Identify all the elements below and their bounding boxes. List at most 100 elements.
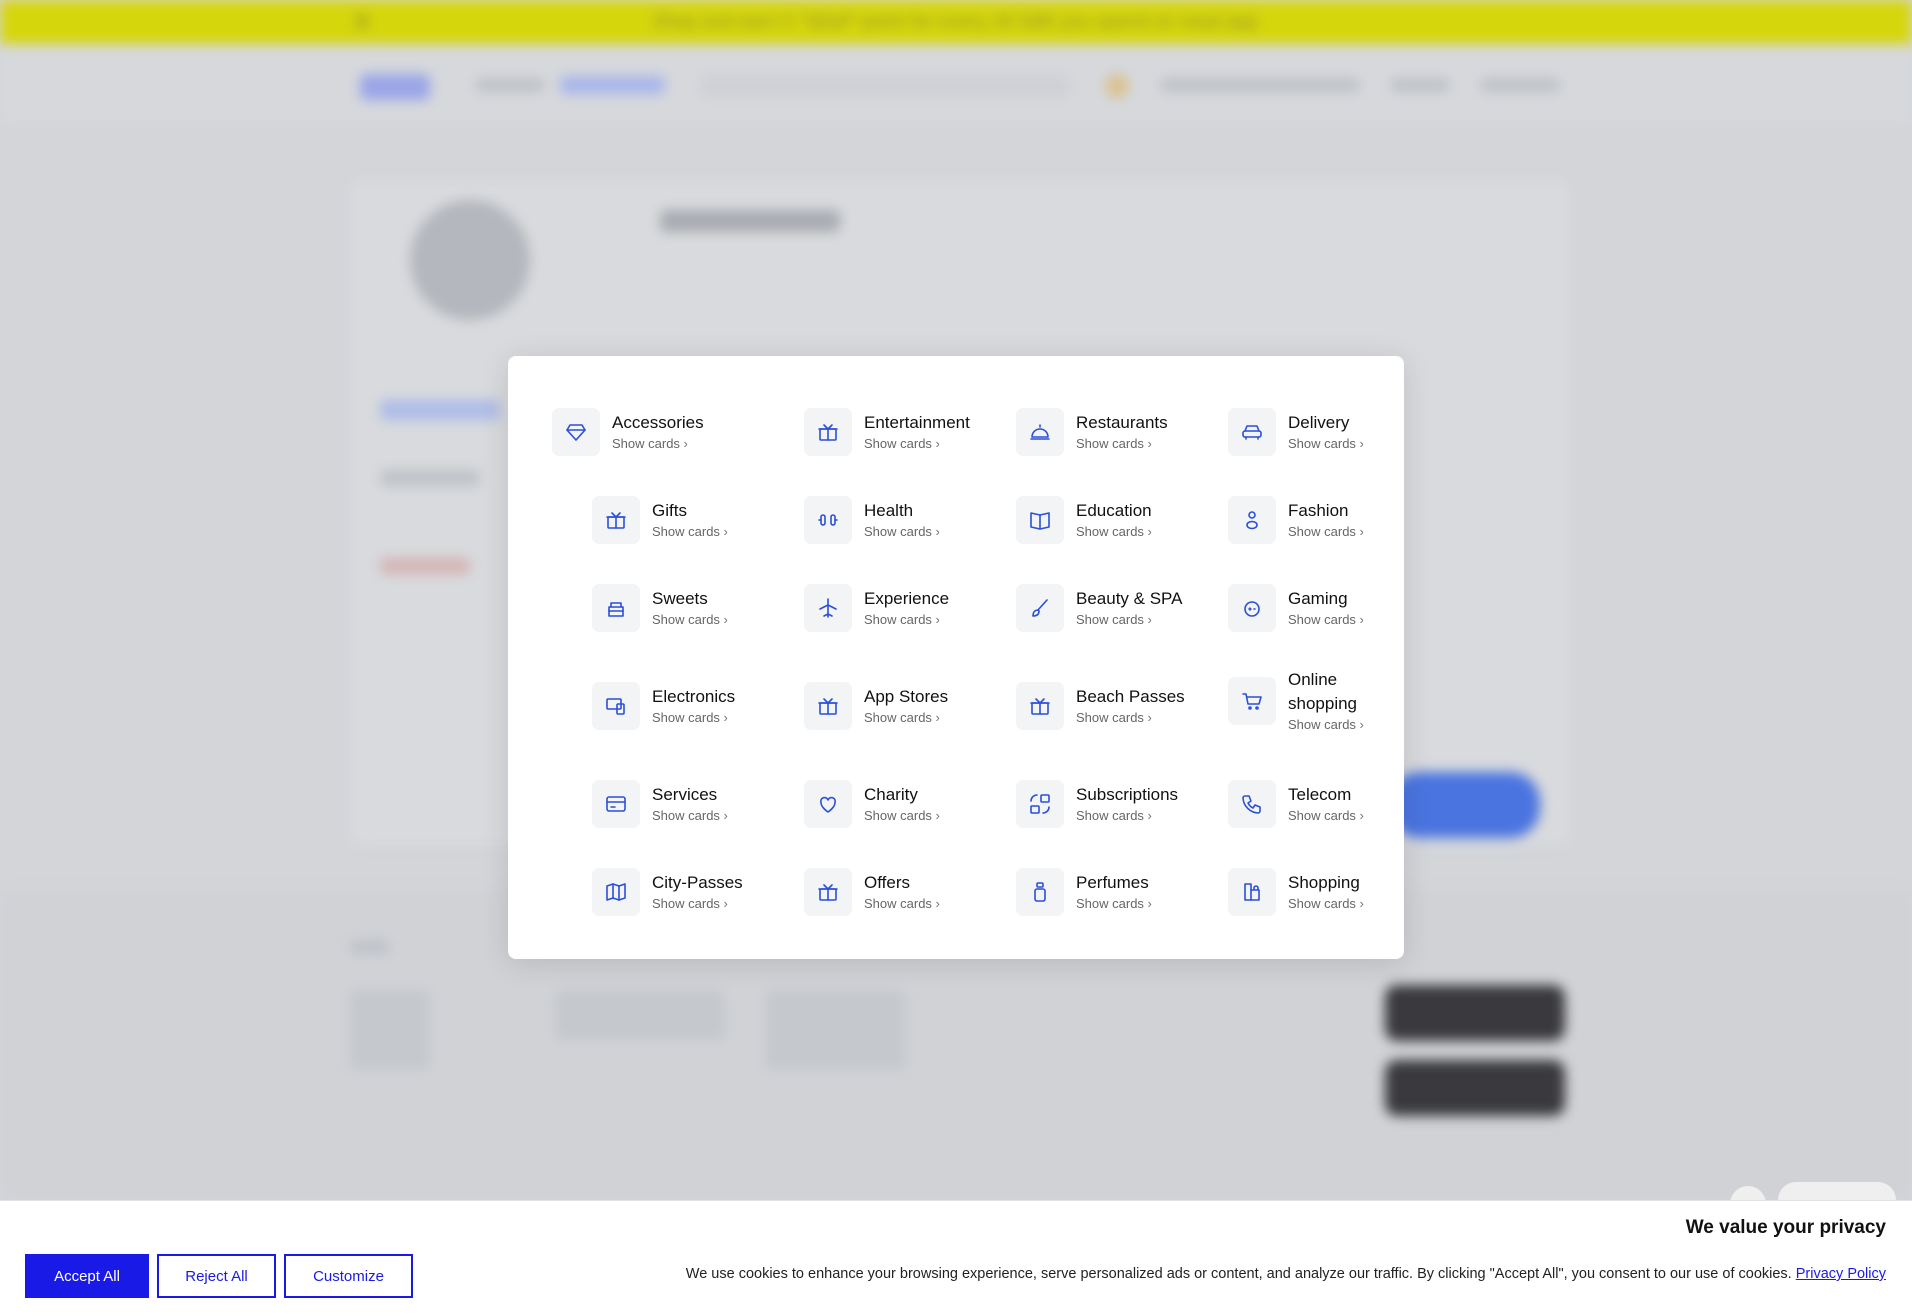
gift-box-icon [804, 408, 852, 456]
close-icon[interactable]: ✕ [352, 8, 372, 36]
app-store-badge [1385, 985, 1565, 1041]
category-name: Telecom [1288, 785, 1352, 804]
category-city-passes[interactable]: City-Passes Show cards [592, 868, 743, 916]
category-beauty-spa[interactable]: Beauty & SPA Show cards [1016, 584, 1182, 632]
category-gaming[interactable]: Gaming Show cards [1228, 584, 1364, 632]
nav-link [560, 76, 665, 94]
show-cards-link[interactable]: Show cards [1076, 895, 1152, 913]
heart-hand-icon [804, 780, 852, 828]
cake-icon [592, 584, 640, 632]
reject-all-button[interactable]: Reject All [157, 1254, 276, 1298]
category-delivery[interactable]: Delivery Show cards [1228, 408, 1364, 456]
category-name: Entertainment [864, 413, 970, 432]
category-name: Shopping [1288, 873, 1360, 892]
category-name: Gifts [652, 501, 687, 520]
book-icon [1016, 496, 1064, 544]
category-gifts[interactable]: Gifts Show cards [592, 496, 728, 544]
save-button [1390, 772, 1540, 838]
category-online-shopping[interactable]: Online shopping Show cards [1228, 668, 1368, 734]
gift-box-icon [804, 868, 852, 916]
show-cards-link[interactable]: Show cards [1076, 435, 1168, 453]
cloche-icon [1016, 408, 1064, 456]
category-name: Online shopping [1288, 670, 1358, 713]
category-offers[interactable]: Offers Show cards [804, 868, 940, 916]
privacy-policy-link[interactable]: Privacy Policy [1796, 1266, 1886, 1282]
person-icon [1228, 496, 1276, 544]
category-fashion[interactable]: Fashion Show cards [1228, 496, 1364, 544]
category-name: Beach Passes [1076, 687, 1185, 706]
category-app-stores[interactable]: App Stores Show cards [804, 682, 948, 730]
category-accessories[interactable]: Accessories Show cards [552, 408, 704, 456]
category-subscriptions[interactable]: Subscriptions Show cards [1016, 780, 1178, 828]
category-name: Accessories [612, 413, 704, 432]
show-cards-link[interactable]: Show cards [1288, 716, 1368, 734]
show-cards-link[interactable]: Show cards [1076, 523, 1152, 541]
show-cards-link[interactable]: Show cards [864, 709, 948, 727]
category-name: Delivery [1288, 413, 1350, 432]
show-cards-link[interactable]: Show cards [652, 611, 728, 629]
show-cards-link[interactable]: Show cards [1288, 435, 1364, 453]
category-name: Health [864, 501, 914, 520]
show-cards-link[interactable]: Show cards [864, 611, 949, 629]
category-restaurants[interactable]: Restaurants Show cards [1016, 408, 1168, 456]
category-entertainment[interactable]: Entertainment Show cards [804, 408, 970, 456]
show-cards-link[interactable]: Show cards [1288, 895, 1364, 913]
show-cards-link[interactable]: Show cards [652, 807, 728, 825]
profile-menu [380, 400, 500, 420]
category-shopping[interactable]: Shopping Show cards [1228, 868, 1364, 916]
category-name: Education [1076, 501, 1152, 520]
categories-modal: Accessories Show cards Entertainment Show … [508, 356, 1404, 959]
show-cards-link[interactable]: Show cards [652, 709, 735, 727]
show-cards-link[interactable]: Show cards [864, 895, 940, 913]
nav-link [1390, 78, 1450, 92]
category-beach-passes[interactable]: Beach Passes Show cards [1016, 682, 1185, 730]
nav-link [1160, 78, 1360, 92]
promo-text: Shop and earn 5 "Qitaf" point for every … [653, 12, 1259, 32]
category-name: App Stores [864, 687, 949, 706]
shopping-bag-icon [1228, 868, 1276, 916]
category-name: Subscriptions [1076, 785, 1179, 804]
show-cards-link[interactable]: Show cards [1288, 611, 1364, 629]
gift-box-icon [1016, 682, 1064, 730]
show-cards-link[interactable]: Show cards [864, 807, 940, 825]
category-name: Fashion [1288, 501, 1349, 520]
category-telecom[interactable]: Telecom Show cards [1228, 780, 1364, 828]
show-cards-link[interactable]: Show cards [1288, 523, 1364, 541]
map-icon [592, 868, 640, 916]
show-cards-link[interactable]: Show cards [1288, 807, 1364, 825]
category-education[interactable]: Education Show cards [1016, 496, 1152, 544]
footer-link [765, 990, 905, 1070]
show-cards-link[interactable]: Show cards [612, 435, 704, 453]
category-sweets[interactable]: Sweets Show cards [592, 584, 728, 632]
accept-all-button[interactable]: Accept All [25, 1254, 149, 1298]
cart-icon [1228, 677, 1276, 725]
category-services[interactable]: Services Show cards [592, 780, 728, 828]
category-experience[interactable]: Experience Show cards [804, 584, 949, 632]
show-cards-link[interactable]: Show cards [1076, 709, 1185, 727]
profile-menu [380, 470, 480, 486]
show-cards-link[interactable]: Show cards [1076, 807, 1178, 825]
perfume-icon [1016, 868, 1064, 916]
footer-link [555, 990, 725, 1040]
show-cards-link[interactable]: Show cards [864, 435, 970, 453]
avatar [410, 200, 530, 320]
category-name: Services [652, 785, 718, 804]
phone-icon [1228, 780, 1276, 828]
category-name: Restaurants [1076, 413, 1168, 432]
show-cards-link[interactable]: Show cards [864, 523, 940, 541]
cookie-message-text: We use cookies to enhance your browsing … [685, 1266, 1792, 1282]
coin-icon [1105, 74, 1129, 98]
profile-name [660, 210, 840, 232]
cookie-message: We use cookies to enhance your browsing … [686, 1266, 1886, 1282]
cookie-title: We value your privacy [1685, 1217, 1886, 1238]
category-name: City-Passes [652, 873, 743, 892]
show-cards-link[interactable]: Show cards [1076, 611, 1182, 629]
category-electronics[interactable]: Electronics Show cards [592, 682, 735, 730]
show-cards-link[interactable]: Show cards [652, 523, 728, 541]
show-cards-link[interactable]: Show cards [652, 895, 743, 913]
category-perfumes[interactable]: Perfumes Show cards [1016, 868, 1152, 916]
customize-button[interactable]: Customize [284, 1254, 413, 1298]
category-health[interactable]: Health Show cards [804, 496, 940, 544]
logo [360, 74, 430, 100]
category-charity[interactable]: Charity Show cards [804, 780, 940, 828]
